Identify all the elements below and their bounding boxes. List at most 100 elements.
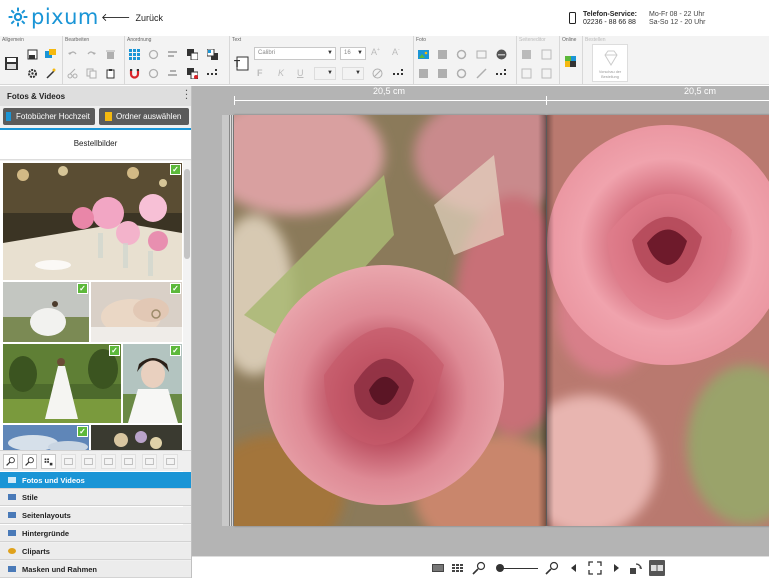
photo-thumbnail[interactable]: ✓ [91,282,182,342]
copy-icon[interactable] [86,68,97,79]
magnet-icon[interactable] [129,68,140,79]
fullscreen-icon[interactable] [588,561,602,575]
pixum-logo[interactable]: pixum [8,5,99,29]
distribute-icon[interactable] [167,68,178,79]
selected-check-icon: ✓ [170,164,181,175]
zoom-slider-knob[interactable] [496,564,504,572]
zoom-out-icon[interactable] [3,454,18,469]
back-button[interactable]: 🡐 Zurück [101,12,163,23]
cut-icon[interactable] [67,68,78,79]
photo-frame-icon[interactable] [476,49,487,60]
zoom-out-icon[interactable] [472,561,486,575]
photo-adjust-icon[interactable] [418,68,429,79]
photo-thumbnail[interactable]: ✓ [3,282,89,342]
single-page-view-icon[interactable] [431,561,445,575]
panel-photos-videos[interactable]: Fotos und Videos [0,472,191,489]
layout-icon[interactable] [45,49,56,60]
panel-cliparts[interactable]: Cliparts [0,543,191,560]
grid-icon[interactable] [129,49,140,60]
page-move-icon[interactable] [521,68,532,79]
grid-overview-icon[interactable] [451,561,465,575]
zoom-slider-track[interactable] [498,568,538,569]
italic-icon[interactable]: K [278,68,284,78]
previous-page-icon[interactable] [567,561,581,575]
settings-gear-icon[interactable] [27,68,38,79]
add-photo-icon[interactable] [418,49,429,60]
filter-icon[interactable] [81,454,96,469]
export-icon[interactable] [163,454,178,469]
page-right[interactable] [547,115,769,526]
save-icon[interactable] [4,56,19,71]
add-text-icon[interactable]: T [234,56,249,71]
next-page-icon[interactable] [609,561,623,575]
deselect-icon[interactable] [121,454,136,469]
photo-link-icon[interactable] [476,68,487,79]
logo-text: pixum [31,5,99,29]
photo-grid-scroll-thumb[interactable] [184,169,190,259]
sort-icon[interactable] [61,454,76,469]
panel-backgrounds[interactable]: Hintergründe [0,525,191,542]
text-align-select[interactable]: ▼ [314,67,336,80]
photo-replace-icon[interactable] [456,68,467,79]
panel-menu-icon[interactable]: · · · [185,87,188,103]
photo-rotate-icon[interactable] [456,49,467,60]
send-back-icon[interactable] [207,49,218,60]
album-button[interactable]: Fotobücher Hochzeit [3,108,95,125]
styles-icon [8,494,16,500]
bold-icon[interactable]: F [257,68,263,78]
photo-crop-icon[interactable] [437,49,448,60]
photo-thumbnail[interactable]: ✓ [3,163,182,280]
rotate-icon[interactable] [148,49,159,60]
book-gutter [538,115,554,526]
selected-check-icon: ✓ [109,345,120,356]
select-all-icon[interactable] [101,454,116,469]
rose-photo-left[interactable] [234,115,546,526]
more-icon[interactable] [207,68,218,79]
page-left[interactable] [234,115,546,526]
page-add-icon[interactable] [521,49,532,60]
auto-fill-icon[interactable] [142,454,157,469]
bring-front-icon[interactable] [187,49,198,60]
group-label-arrange: Anordnung [127,37,152,43]
no-fill-icon[interactable] [372,68,383,79]
underline-icon[interactable]: U [297,68,304,78]
photo-effect-icon[interactable] [496,49,507,60]
trash-icon[interactable] [105,49,116,60]
online-upload-icon[interactable] [565,56,576,67]
panel-label: Stile [22,493,38,502]
page-copy-icon[interactable] [541,68,552,79]
rose-photo-right[interactable] [547,115,769,526]
zoom-in-icon[interactable] [22,454,37,469]
panel-page-layouts[interactable]: Seitenlayouts [0,507,191,524]
font-grow-icon[interactable]: A+ [371,47,380,57]
order-preview-button[interactable]: Vorschau der Bestellung [592,44,628,82]
photo-filter-icon[interactable] [437,68,448,79]
photo-more-icon[interactable] [496,68,507,79]
font-shrink-icon[interactable]: A- [392,47,400,57]
choose-folder-button[interactable]: Ordner auswählen [99,108,189,125]
font-family-select[interactable]: Calibri ▼ [254,47,336,60]
grid-view-icon[interactable] [41,454,56,469]
book-view-button[interactable] [649,560,665,576]
rotate-view-icon[interactable] [629,561,643,575]
zoom-in-icon[interactable] [545,561,559,575]
text-more-icon[interactable] [393,68,404,79]
magic-wand-icon[interactable] [45,68,56,79]
flip-icon[interactable] [148,68,159,79]
new-page-icon[interactable] [27,49,38,60]
undo-icon[interactable] [67,49,78,60]
redo-icon[interactable] [86,49,97,60]
font-size-select[interactable]: 16 ▼ [340,47,366,60]
align-icon[interactable] [167,49,178,60]
photo-thumbnail[interactable]: ✓ [3,344,121,423]
group-icon[interactable] [187,68,198,79]
photo-thumbnail[interactable]: ✓ [123,344,182,423]
editor-canvas[interactable]: 20,5 cm 20,5 cm [192,86,769,556]
paste-icon[interactable] [105,68,116,79]
panel-label: Hintergründe [22,529,70,538]
text-color-select[interactable]: ▼ [342,67,364,80]
panel-masks-frames[interactable]: Masken und Rahmen [0,561,191,578]
status-bar [192,556,769,578]
page-remove-icon[interactable] [541,49,552,60]
panel-styles[interactable]: Stile [0,489,191,506]
